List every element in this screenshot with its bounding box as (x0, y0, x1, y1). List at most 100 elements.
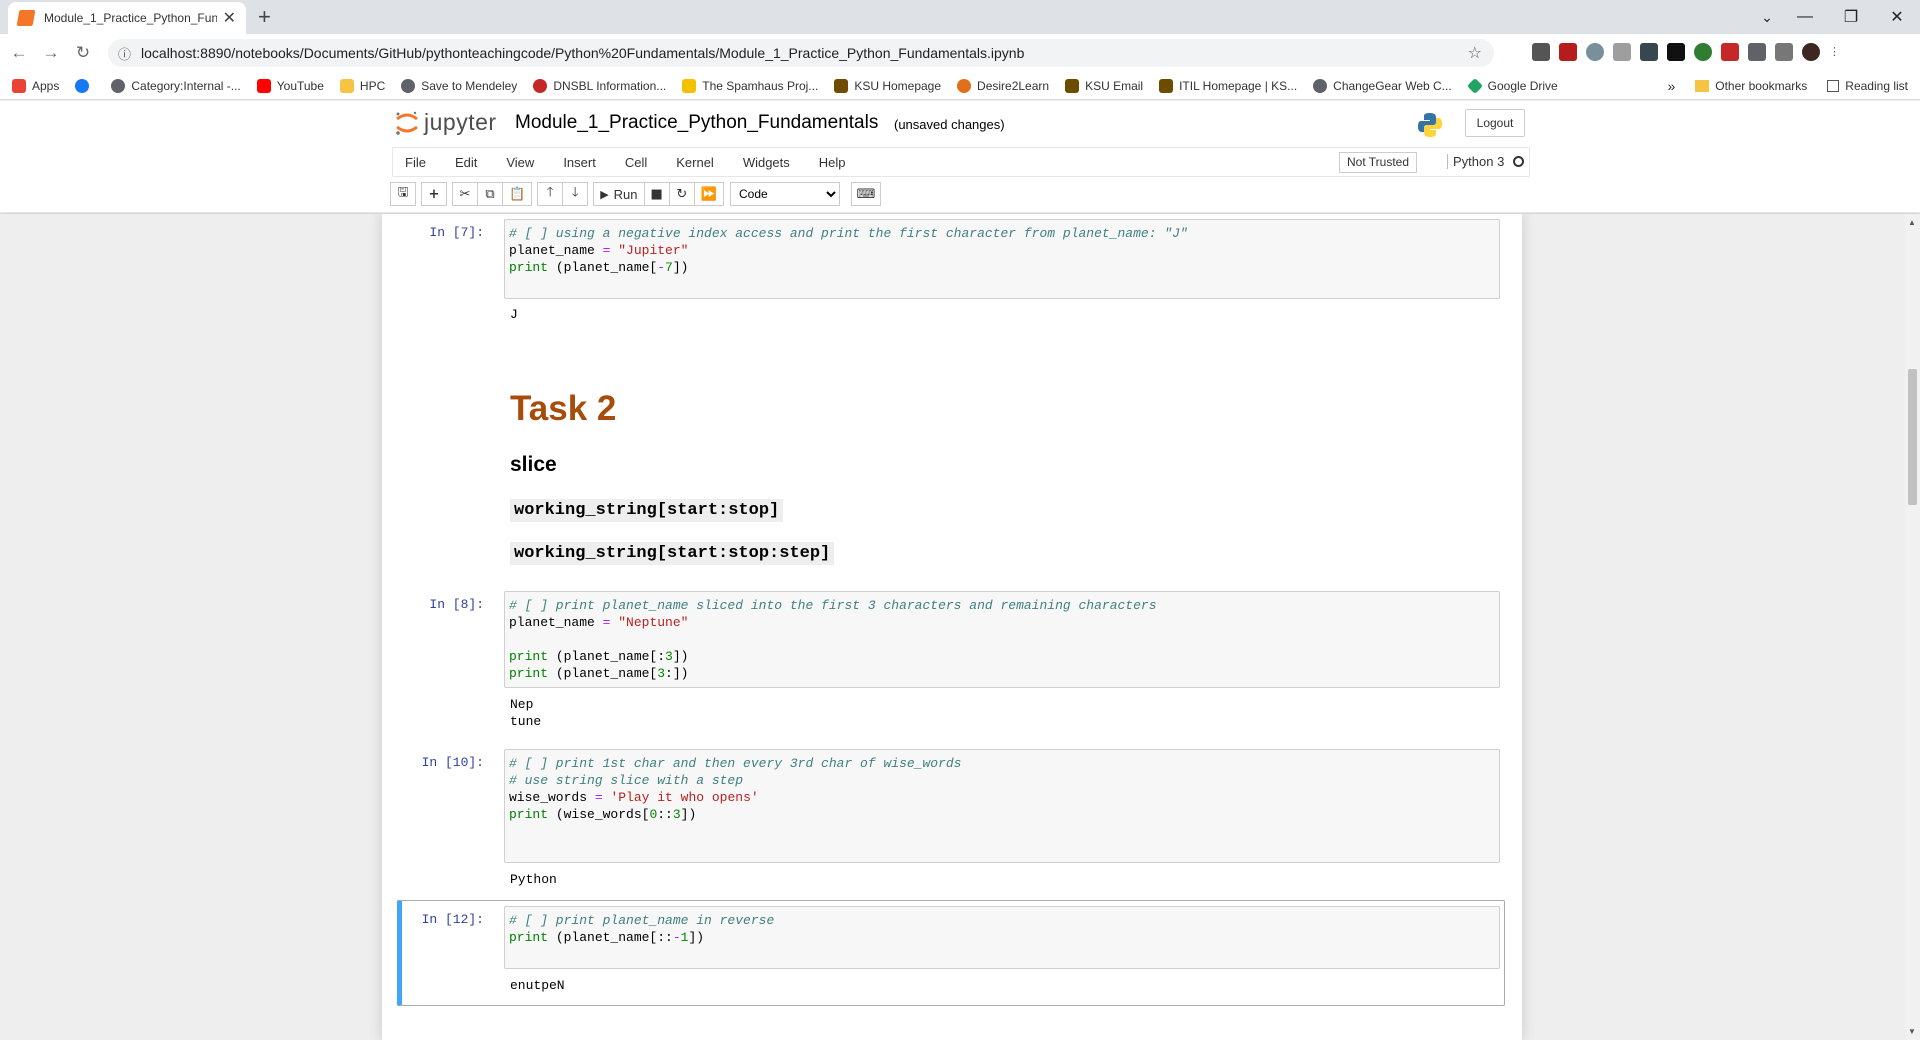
jupyter-logo-icon (394, 110, 420, 136)
bookmark-youtube[interactable]: YouTube (256, 78, 324, 93)
restart-run-all-button[interactable]: ⏩ (693, 182, 724, 206)
menu-cell[interactable]: Cell (625, 155, 647, 170)
site-info-icon[interactable]: ⓘ (118, 44, 131, 63)
spamhaus-icon (682, 78, 697, 93)
globe-icon (1313, 78, 1328, 93)
copy-cells-button[interactable]: ⧉ (477, 182, 503, 206)
menu-widgets[interactable]: Widgets (743, 155, 790, 170)
code-cell-input[interactable]: # [ ] using a negative index access and … (504, 219, 1500, 299)
back-button[interactable]: ← (6, 43, 32, 63)
bookmark-apps[interactable]: Apps (12, 78, 59, 93)
ublock-icon[interactable] (1559, 43, 1577, 61)
code-line: planet_name = "Neptune" (509, 615, 689, 630)
trust-button[interactable]: Not Trusted (1339, 152, 1418, 173)
run-icon: ▶ (600, 188, 609, 201)
scroll-down-arrow-icon[interactable]: ▼ (1908, 1027, 1916, 1036)
tab-title: Module_1_Practice_Python_Fund (44, 11, 217, 25)
menu-edit[interactable]: Edit (455, 155, 477, 170)
bookmark-item[interactable]: Desire2Learn (957, 78, 1050, 93)
bookmark-item[interactable]: Category:Internal -... (111, 78, 241, 93)
extension-icon[interactable] (1586, 43, 1604, 61)
close-tab-icon[interactable]: ✕ (223, 8, 236, 28)
cell-output: Python (510, 872, 557, 887)
command-palette-keyboard-icon[interactable]: ⌨ (851, 182, 881, 206)
extension-icon[interactable] (1694, 43, 1712, 61)
run-button[interactable]: ▶ Run (593, 182, 645, 206)
bookmarks-right: » Other bookmarks Reading list (1667, 78, 1908, 94)
bookmark-item[interactable]: ChangeGear Web C... (1313, 78, 1452, 93)
code-line: # [ ] print planet_name sliced into the … (509, 598, 1157, 613)
notebook-name[interactable]: Module_1_Practice_Python_Fundamentals (515, 112, 878, 134)
reading-list[interactable]: Reading list (1845, 79, 1908, 93)
move-down-button[interactable]: 🡓 (562, 182, 589, 206)
bookmark-item[interactable]: KSU Email (1065, 78, 1143, 93)
browser-tab[interactable]: Module_1_Practice_Python_Fund ✕ (8, 2, 246, 34)
extension-icon[interactable] (1640, 43, 1658, 61)
menu-kernel[interactable]: Kernel (676, 155, 714, 170)
extension-icon[interactable] (1667, 43, 1685, 61)
other-bookmarks[interactable]: Other bookmarks (1715, 79, 1807, 93)
menu-insert[interactable]: Insert (563, 155, 596, 170)
menu-file[interactable]: File (405, 155, 426, 170)
code-line: wise_words = 'Play it who opens' (509, 790, 759, 805)
tab-search-icon[interactable]: ⌄ (1752, 9, 1782, 26)
interrupt-kernel-button[interactable]: ■ (643, 182, 670, 206)
code-cell-input[interactable]: # [ ] print 1st char and then every 3rd … (504, 749, 1500, 863)
code-line: # [ ] print planet_name in reverse (509, 913, 775, 928)
scrollbar-thumb[interactable] (1908, 369, 1917, 505)
reload-button[interactable]: ↻ (70, 43, 96, 63)
extensions-puzzle-icon[interactable] (1748, 43, 1766, 61)
bookmark-star-icon[interactable]: ☆ (1468, 43, 1482, 63)
cut-cells-button[interactable]: ✂ (452, 182, 478, 206)
code-line: # [ ] using a negative index access and … (509, 226, 1188, 241)
extension-icon[interactable] (1532, 43, 1550, 61)
ksu-icon (834, 78, 849, 93)
inline-code: working_string[start:stop] (510, 499, 784, 522)
bookmark-item[interactable]: KSU Homepage (834, 78, 941, 93)
vertical-scrollbar[interactable]: ▲ ▼ (1905, 214, 1920, 1040)
kernel-idle-indicator-icon (1513, 156, 1524, 167)
bookmark-label: Desire2Learn (977, 78, 1050, 93)
menu-view[interactable]: View (506, 155, 534, 170)
cell-prompt: In [7]: (429, 225, 484, 240)
notebook-toolbar: 🖫 + ✂ ⧉ 📋 🡑 🡓 ▶ Run ■ ↻ ⏩ Code ⌨ (0, 177, 1920, 213)
restart-kernel-button[interactable]: ↻ (668, 182, 695, 206)
code-cell-input[interactable]: # [ ] print planet_name in reverse print… (504, 906, 1500, 969)
paste-cells-button[interactable]: 📋 (502, 182, 533, 206)
reading-list-icon[interactable] (1775, 43, 1793, 61)
google-drive-icon (1466, 77, 1483, 94)
cell-type-select[interactable]: Code (730, 182, 840, 206)
insert-cell-below-button[interactable]: + (421, 182, 447, 206)
logout-button[interactable]: Logout (1465, 109, 1525, 137)
close-window-button[interactable]: ✕ (1874, 7, 1920, 27)
markdown-cell[interactable]: Task 2 slice working_string[start:stop] … (510, 389, 835, 585)
extension-icon[interactable] (1721, 43, 1739, 61)
bookmark-item[interactable]: Google Drive (1466, 77, 1558, 94)
address-bar[interactable]: ⓘ localhost:8890/notebooks/Documents/Git… (108, 39, 1494, 67)
code-cell-input[interactable]: # [ ] print planet_name sliced into the … (504, 591, 1500, 688)
bookmarks-overflow-button[interactable]: » (1667, 78, 1675, 94)
browser-menu-icon[interactable]: ⋮ (1829, 43, 1840, 61)
profile-avatar[interactable] (1802, 43, 1820, 61)
minimize-button[interactable]: — (1782, 8, 1828, 26)
save-button[interactable]: 🖫 (390, 182, 416, 206)
bookmark-item[interactable]: ITIL Homepage | KS... (1159, 78, 1297, 93)
cell-output: J (510, 307, 518, 322)
bookmark-item[interactable]: The Spamhaus Proj... (682, 78, 818, 93)
bookmark-facebook[interactable] (75, 78, 95, 93)
jupyter-logo[interactable]: jupyter (394, 109, 497, 136)
forward-button[interactable]: → (38, 43, 64, 63)
code-line: # use string slice with a step (509, 773, 744, 788)
scroll-up-arrow-icon[interactable]: ▲ (1908, 218, 1916, 227)
move-up-button[interactable]: 🡑 (537, 182, 564, 206)
menu-help[interactable]: Help (819, 155, 846, 170)
code-line: print (planet_name[::-1]) (509, 930, 705, 945)
browser-toolbar: ← → ↻ ⓘ localhost:8890/notebooks/Documen… (0, 34, 1920, 72)
bookmark-folder[interactable]: HPC (339, 78, 385, 93)
restore-button[interactable]: ❐ (1828, 7, 1874, 27)
extension-icon[interactable] (1613, 43, 1631, 61)
bookmark-item[interactable]: DNSBL Information... (533, 78, 666, 93)
save-status: (unsaved changes) (894, 117, 1005, 132)
new-tab-button[interactable]: + (258, 4, 271, 30)
bookmark-item[interactable]: Save to Mendeley (401, 78, 517, 93)
